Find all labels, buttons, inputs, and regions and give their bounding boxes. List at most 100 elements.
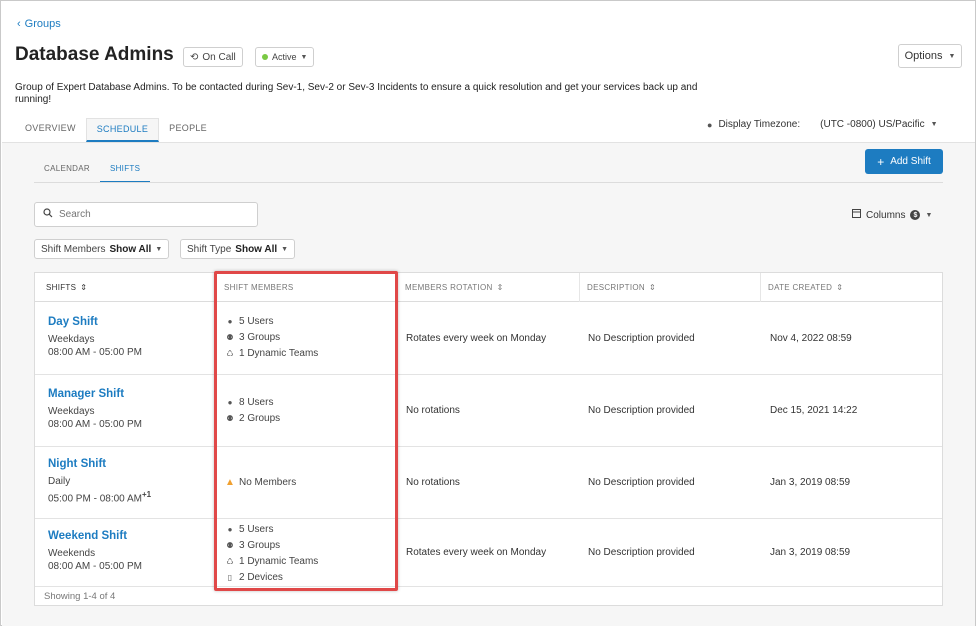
member-label: 8 Users — [239, 396, 274, 408]
timezone-label: Display Timezone: — [718, 119, 801, 130]
member-label: 2 Devices — [239, 571, 283, 583]
chevron-left-icon: ‹ — [17, 18, 21, 30]
status-label: Active — [272, 52, 297, 62]
filter-value: Show All — [109, 243, 152, 255]
column-header-date-created[interactable]: DATE CREATED ⇕ — [768, 283, 843, 292]
caret-down-icon: ▼ — [155, 245, 163, 253]
shift-members-cell: ● 5 Users ⚉ 3 Groups ♺ 1 Dynamic Teams — [225, 313, 318, 361]
column-header-description[interactable]: DESCRIPTION ⇕ — [587, 283, 656, 292]
sort-icon: ⇕ — [80, 283, 88, 292]
member-count: ♺ 1 Dynamic Teams — [225, 345, 318, 361]
shift-frequency: Weekdays — [48, 334, 95, 345]
on-call-button[interactable]: ⟲ On Call — [183, 47, 243, 67]
table-row[interactable]: Manager Shift Weekdays 08:00 AM - 05:00 … — [35, 375, 942, 447]
breadcrumb-groups[interactable]: Groups — [25, 18, 61, 30]
member-count: ⚉ 3 Groups — [225, 329, 318, 345]
add-shift-button[interactable]: + Add Shift — [865, 149, 943, 174]
shift-members-cell: ▲ No Members — [225, 474, 296, 490]
shift-name-link[interactable]: Manager Shift — [48, 388, 142, 400]
filter-value: Show All — [235, 243, 278, 255]
member-count: ▯ 2 Devices — [225, 569, 318, 585]
options-button[interactable]: Options ▼ — [898, 44, 962, 68]
subtab-shifts[interactable]: SHIFTS — [99, 159, 151, 183]
divider — [579, 273, 580, 302]
column-header-shifts[interactable]: SHIFTS ⇕ — [46, 283, 87, 292]
member-label: 3 Groups — [239, 331, 281, 343]
group-description: Group of Expert Database Admins. To be c… — [15, 82, 698, 105]
tab-people[interactable]: PEOPLE — [159, 118, 217, 142]
filter-label: Shift Members — [41, 243, 106, 255]
pagination-summary: Showing 1-4 of 4 — [44, 591, 116, 602]
member-label: No Members — [239, 476, 297, 488]
member-count: ⚉ 2 Groups — [225, 410, 280, 426]
shift-hours: 05:00 PM - 08:00 AM — [48, 493, 142, 505]
search-input[interactable] — [59, 209, 239, 220]
columns-label: Columns — [866, 209, 906, 221]
app-window: ‹ Groups Database Admins ⟲ On Call Activ… — [0, 0, 976, 626]
caret-down-icon: ▼ — [930, 121, 938, 128]
caret-down-icon: ▼ — [925, 211, 933, 219]
divider — [215, 273, 216, 302]
status-dropdown[interactable]: Active ▼ — [255, 47, 315, 67]
table-row[interactable]: Night Shift Daily 05:00 PM - 08:00 AM+1 … — [35, 447, 942, 519]
subtab-calendar[interactable]: CALENDAR — [34, 159, 100, 183]
caret-down-icon: ▼ — [300, 53, 308, 61]
user-icon: ● — [227, 397, 233, 407]
member-count: ▲ No Members — [225, 474, 296, 490]
search-box[interactable] — [34, 202, 258, 227]
member-label: 2 Groups — [239, 412, 281, 424]
shift-frequency: Weekdays — [48, 406, 95, 417]
plus-icon: + — [877, 154, 885, 169]
shift-type-filter[interactable]: Shift Type Show All ▼ — [180, 239, 296, 259]
member-label: 3 Groups — [239, 539, 281, 551]
shift-hours: 08:00 AM - 05:00 PM — [48, 347, 142, 358]
date-created-cell: Dec 15, 2021 14:22 — [770, 405, 858, 416]
caret-down-icon: ▼ — [948, 52, 956, 60]
header-label: SHIFTS — [46, 283, 77, 292]
shift-name-link[interactable]: Day Shift — [48, 316, 142, 328]
shift-name-link[interactable]: Weekend Shift — [48, 530, 142, 542]
group-icon: ⚉ — [226, 332, 234, 342]
tab-overview[interactable]: OVERVIEW — [15, 118, 86, 142]
breadcrumb[interactable]: ‹ Groups — [17, 18, 61, 30]
next-day-suffix: +1 — [141, 490, 152, 499]
shift-frequency: Weekends — [48, 548, 96, 559]
globe-icon: ● — [707, 119, 713, 130]
description-cell: No Description provided — [588, 547, 695, 558]
member-count: ● 5 Users — [225, 521, 318, 537]
columns-button[interactable]: Columns $ ▼ — [852, 209, 932, 221]
dollar-icon: $ — [910, 210, 921, 220]
shifts-table: SHIFTS ⇕ SHIFT MEMBERS MEMBERS ROTATION … — [34, 272, 943, 606]
divider — [397, 273, 398, 302]
search-icon — [43, 208, 53, 221]
member-label: 1 Dynamic Teams — [239, 555, 319, 567]
rotation-cell: No rotations — [406, 405, 460, 416]
shift-members-filter[interactable]: Shift Members Show All ▼ — [34, 239, 170, 259]
shift-name-link[interactable]: Night Shift — [48, 458, 151, 470]
table-row[interactable]: Day Shift Weekdays 08:00 AM - 05:00 PM ●… — [35, 303, 942, 375]
columns-icon — [852, 209, 861, 221]
column-header-rotation[interactable]: MEMBERS ROTATION ⇕ — [405, 283, 504, 292]
tab-schedule[interactable]: SCHEDULE — [85, 118, 160, 142]
member-label: 5 Users — [239, 523, 274, 535]
shift-frequency: Daily — [48, 476, 71, 487]
header-label: MEMBERS ROTATION — [405, 283, 493, 292]
on-call-label: On Call — [202, 51, 236, 63]
rotation-cell: Rotates every week on Monday — [406, 333, 547, 344]
user-icon: ● — [227, 316, 233, 326]
group-icon: ⚉ — [226, 413, 234, 423]
shift-members-cell: ● 5 Users ⚉ 3 Groups ♺ 1 Dynamic Teams ▯ 2 D… — [225, 521, 318, 585]
device-icon: ▯ — [227, 572, 233, 582]
add-shift-label: Add Shift — [890, 156, 931, 167]
dynamic-team-icon: ♺ — [226, 556, 234, 566]
user-icon: ● — [227, 524, 233, 534]
member-label: 1 Dynamic Teams — [239, 347, 319, 359]
sort-icon: ⇕ — [496, 283, 504, 292]
shift-hours: 08:00 AM - 05:00 PM — [48, 419, 142, 430]
description-cell: No Description provided — [588, 405, 695, 416]
timezone-selector[interactable]: ● Display Timezone: (UTC -0800) US/Pacif… — [707, 119, 938, 130]
table-row[interactable]: Weekend Shift Weekends 08:00 AM - 05:00 … — [35, 519, 942, 587]
header-label: SHIFT MEMBERS — [224, 283, 294, 292]
sort-icon: ⇕ — [836, 283, 844, 292]
timezone-value: (UTC -0800) US/Pacific — [820, 119, 925, 130]
